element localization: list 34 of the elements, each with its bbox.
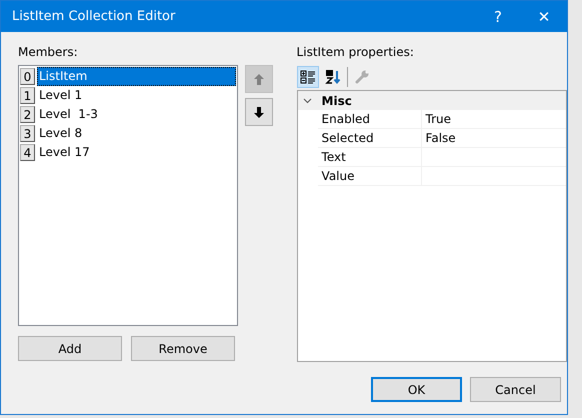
property-name: Enabled [318, 110, 422, 128]
arrow-up-icon [254, 74, 264, 84]
property-name: Selected [318, 129, 422, 147]
list-item[interactable]: Level 17 [37, 143, 236, 162]
cancel-button[interactable]: Cancel [470, 377, 561, 402]
members-list[interactable]: 0 ListItem 1 Level 1 2 Level 1-3 3 Level 8 4 Level 17 [18, 65, 238, 326]
close-button[interactable]: ✕ [521, 1, 567, 32]
list-item[interactable]: ListItem [37, 67, 236, 86]
ok-button[interactable]: OK [371, 377, 462, 402]
property-name: Value [318, 167, 422, 185]
help-button[interactable]: ? [475, 1, 521, 32]
sort-az-icon [324, 70, 340, 84]
index-badge: 0 [20, 68, 35, 85]
list-item[interactable]: Level 8 [37, 124, 236, 143]
toolbar-button[interactable] [296, 66, 319, 88]
categorized-icon [300, 70, 316, 84]
arrow-down-icon [254, 106, 264, 118]
remove-button[interactable]: Remove [131, 336, 235, 361]
window-title: ListItem Collection Editor [11, 9, 176, 24]
index-badge: 3 [20, 125, 35, 142]
properties-label: ListItem properties: [296, 45, 415, 61]
index-badge: 4 [20, 144, 35, 161]
members-label: Members: [18, 45, 79, 61]
add-button[interactable]: Add [18, 336, 122, 361]
list-item[interactable]: Level 1 [37, 86, 236, 105]
index-badge: 1 [20, 87, 35, 104]
property-value[interactable]: False [422, 129, 566, 147]
move-down-button[interactable] [244, 98, 273, 126]
category-label: Misc [320, 94, 352, 108]
property-value[interactable]: True [422, 110, 566, 128]
property-name: Text [318, 148, 422, 166]
index-badge: 2 [20, 106, 35, 123]
list-item[interactable]: Level 1-3 [37, 105, 236, 124]
wrench-icon [355, 70, 368, 84]
